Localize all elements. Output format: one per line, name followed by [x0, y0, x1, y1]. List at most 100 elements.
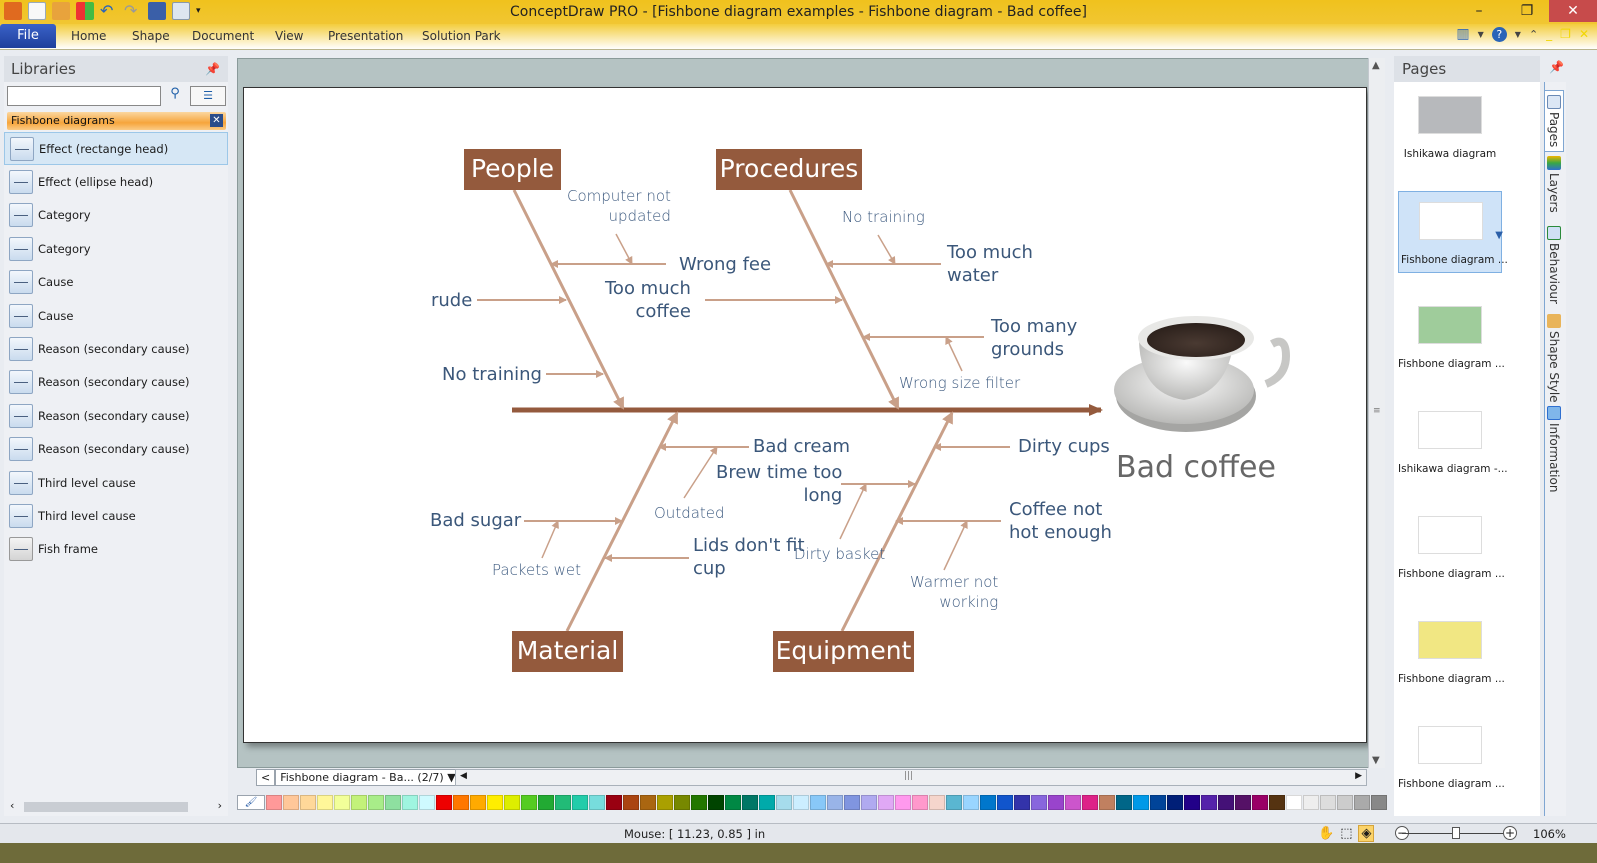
color-swatch[interactable] [1303, 795, 1319, 810]
chevron-down-icon[interactable]: ▼ [1515, 30, 1521, 39]
color-swatch[interactable] [1320, 795, 1336, 810]
color-swatch[interactable] [1082, 795, 1098, 810]
reason-packets-wet[interactable]: Packets wet [492, 560, 581, 580]
cause-rude[interactable]: rude [431, 289, 472, 312]
effect-label[interactable]: Bad coffee [1116, 450, 1276, 485]
scroll-down-icon[interactable]: ▼ [1372, 755, 1380, 766]
cause-too-much-water[interactable]: Too much water [947, 241, 1033, 287]
file-tab[interactable]: File [0, 24, 56, 48]
color-swatch[interactable] [674, 795, 690, 810]
color-swatch[interactable] [929, 795, 945, 810]
category-equipment[interactable]: Equipment [773, 631, 914, 672]
color-swatch[interactable] [1099, 795, 1115, 810]
tab-home[interactable]: Home [71, 29, 106, 43]
color-swatch[interactable] [1065, 795, 1081, 810]
cause-wrong-fee[interactable]: Wrong fee [679, 253, 771, 276]
category-procedures[interactable]: Procedures [716, 149, 862, 190]
library-item[interactable]: Reason (secondary cause) [4, 399, 228, 432]
scroll-right-icon[interactable]: › [218, 799, 222, 812]
color-swatch[interactable] [368, 795, 384, 810]
library-item[interactable]: Fish frame [4, 533, 228, 566]
scrollbar-grip-icon[interactable]: ≡ [1373, 406, 1381, 416]
cause-dirty-cups[interactable]: Dirty cups [1018, 435, 1110, 458]
page-thumbnail-item[interactable]: Fishbone diagram ... [1398, 716, 1505, 798]
page-menu-dropdown-icon[interactable]: ▼ [1495, 230, 1503, 241]
cause-no-training[interactable]: No training [442, 363, 542, 386]
color-swatch[interactable] [725, 795, 741, 810]
library-item[interactable]: Reason (secondary cause) [4, 433, 228, 466]
color-swatch[interactable] [1150, 795, 1166, 810]
color-swatch[interactable] [589, 795, 605, 810]
side-tab-behaviour[interactable]: Behaviour [1547, 226, 1561, 304]
cause-too-many-grounds[interactable]: Too many grounds [991, 315, 1077, 361]
collapse-ribbon-icon[interactable]: ⌃ [1529, 28, 1538, 41]
color-swatch[interactable] [1184, 795, 1200, 810]
drawing-page[interactable]: People Procedures Material Equipment Com… [243, 87, 1367, 743]
color-swatch[interactable] [1269, 795, 1285, 810]
color-swatch[interactable] [555, 795, 571, 810]
library-item[interactable]: Effect (rectange head) [4, 132, 228, 166]
zoom-slider-thumb[interactable] [1452, 827, 1460, 839]
color-swatch[interactable] [436, 795, 452, 810]
tab-presentation[interactable]: Presentation [328, 29, 403, 43]
current-page-select[interactable]: Fishbone diagram - Ba... (2/7) ▼ [275, 769, 461, 786]
library-item[interactable]: Cause [4, 299, 228, 332]
maximize-button[interactable]: ❐ [1505, 0, 1549, 22]
color-swatch[interactable] [351, 795, 367, 810]
side-tab-information[interactable]: Information [1547, 406, 1561, 492]
hand-tool-icon[interactable]: ✋ [1318, 826, 1334, 841]
color-swatch[interactable] [538, 795, 554, 810]
cause-lids-dont-fit[interactable]: Lids don't fit cup [693, 534, 805, 580]
color-swatch[interactable] [504, 795, 520, 810]
tab-shape[interactable]: Shape [132, 29, 170, 43]
color-swatch[interactable] [317, 795, 333, 810]
color-swatch[interactable] [827, 795, 843, 810]
color-swatch[interactable] [385, 795, 401, 810]
pin-icon[interactable]: 📌 [205, 56, 220, 82]
fit-page-icon[interactable]: ◈ [1358, 825, 1375, 842]
color-swatch[interactable] [742, 795, 758, 810]
color-swatch[interactable] [1235, 795, 1251, 810]
help-icon[interactable]: ? [1491, 26, 1507, 42]
cause-brew-time[interactable]: Brew time too long [716, 461, 842, 507]
color-swatch[interactable] [1167, 795, 1183, 810]
color-swatch[interactable] [1031, 795, 1047, 810]
color-swatch[interactable] [487, 795, 503, 810]
canvas-horizontal-scrollbar[interactable]: ◀ ||| ▶ [455, 769, 1367, 786]
library-item[interactable]: Category [4, 232, 228, 265]
category-material[interactable]: Material [512, 631, 623, 672]
canvas-area[interactable]: People Procedures Material Equipment Com… [237, 58, 1385, 768]
fill-tool-icon[interactable]: 🖌 [237, 795, 265, 810]
cause-coffee-not-hot[interactable]: Coffee not hot enough [1009, 498, 1112, 544]
color-swatch[interactable] [776, 795, 792, 810]
color-swatch[interactable] [1201, 795, 1217, 810]
side-tab-layers[interactable]: Layers [1547, 156, 1561, 213]
color-swatch[interactable] [844, 795, 860, 810]
minimize-button[interactable]: – [1457, 0, 1501, 22]
tab-solution-park[interactable]: Solution Park [422, 29, 501, 43]
library-view-button[interactable]: ☰ [190, 86, 226, 106]
cause-too-much-coffee[interactable]: Too much coffee [605, 277, 691, 323]
side-tab-shape-style[interactable]: Shape Style [1547, 314, 1561, 403]
reason-outdated[interactable]: Outdated [654, 503, 725, 523]
color-swatch[interactable] [878, 795, 894, 810]
page-thumbnail-item[interactable]: Ishikawa diagram -... [1398, 401, 1508, 483]
doc-close-icon[interactable]: ✕ [1579, 27, 1589, 41]
library-item[interactable]: Reason (secondary cause) [4, 366, 228, 399]
color-swatch[interactable] [283, 795, 299, 810]
color-swatch[interactable] [895, 795, 911, 810]
color-swatch[interactable] [912, 795, 928, 810]
color-swatch[interactable] [980, 795, 996, 810]
color-swatch[interactable] [334, 795, 350, 810]
scroll-left-icon[interactable]: ◀ [460, 771, 467, 781]
color-swatch[interactable] [419, 795, 435, 810]
reason-computer-not-updated[interactable]: Computer not updated [567, 186, 671, 226]
page-thumbnail-item[interactable]: Fishbone diagram ... ▼ [1398, 191, 1508, 273]
library-search-input[interactable] [7, 86, 161, 106]
color-swatch[interactable] [300, 795, 316, 810]
color-swatch[interactable] [861, 795, 877, 810]
color-swatch[interactable] [759, 795, 775, 810]
color-swatch[interactable] [1371, 795, 1387, 810]
color-swatch[interactable] [266, 795, 282, 810]
color-swatch[interactable] [623, 795, 639, 810]
